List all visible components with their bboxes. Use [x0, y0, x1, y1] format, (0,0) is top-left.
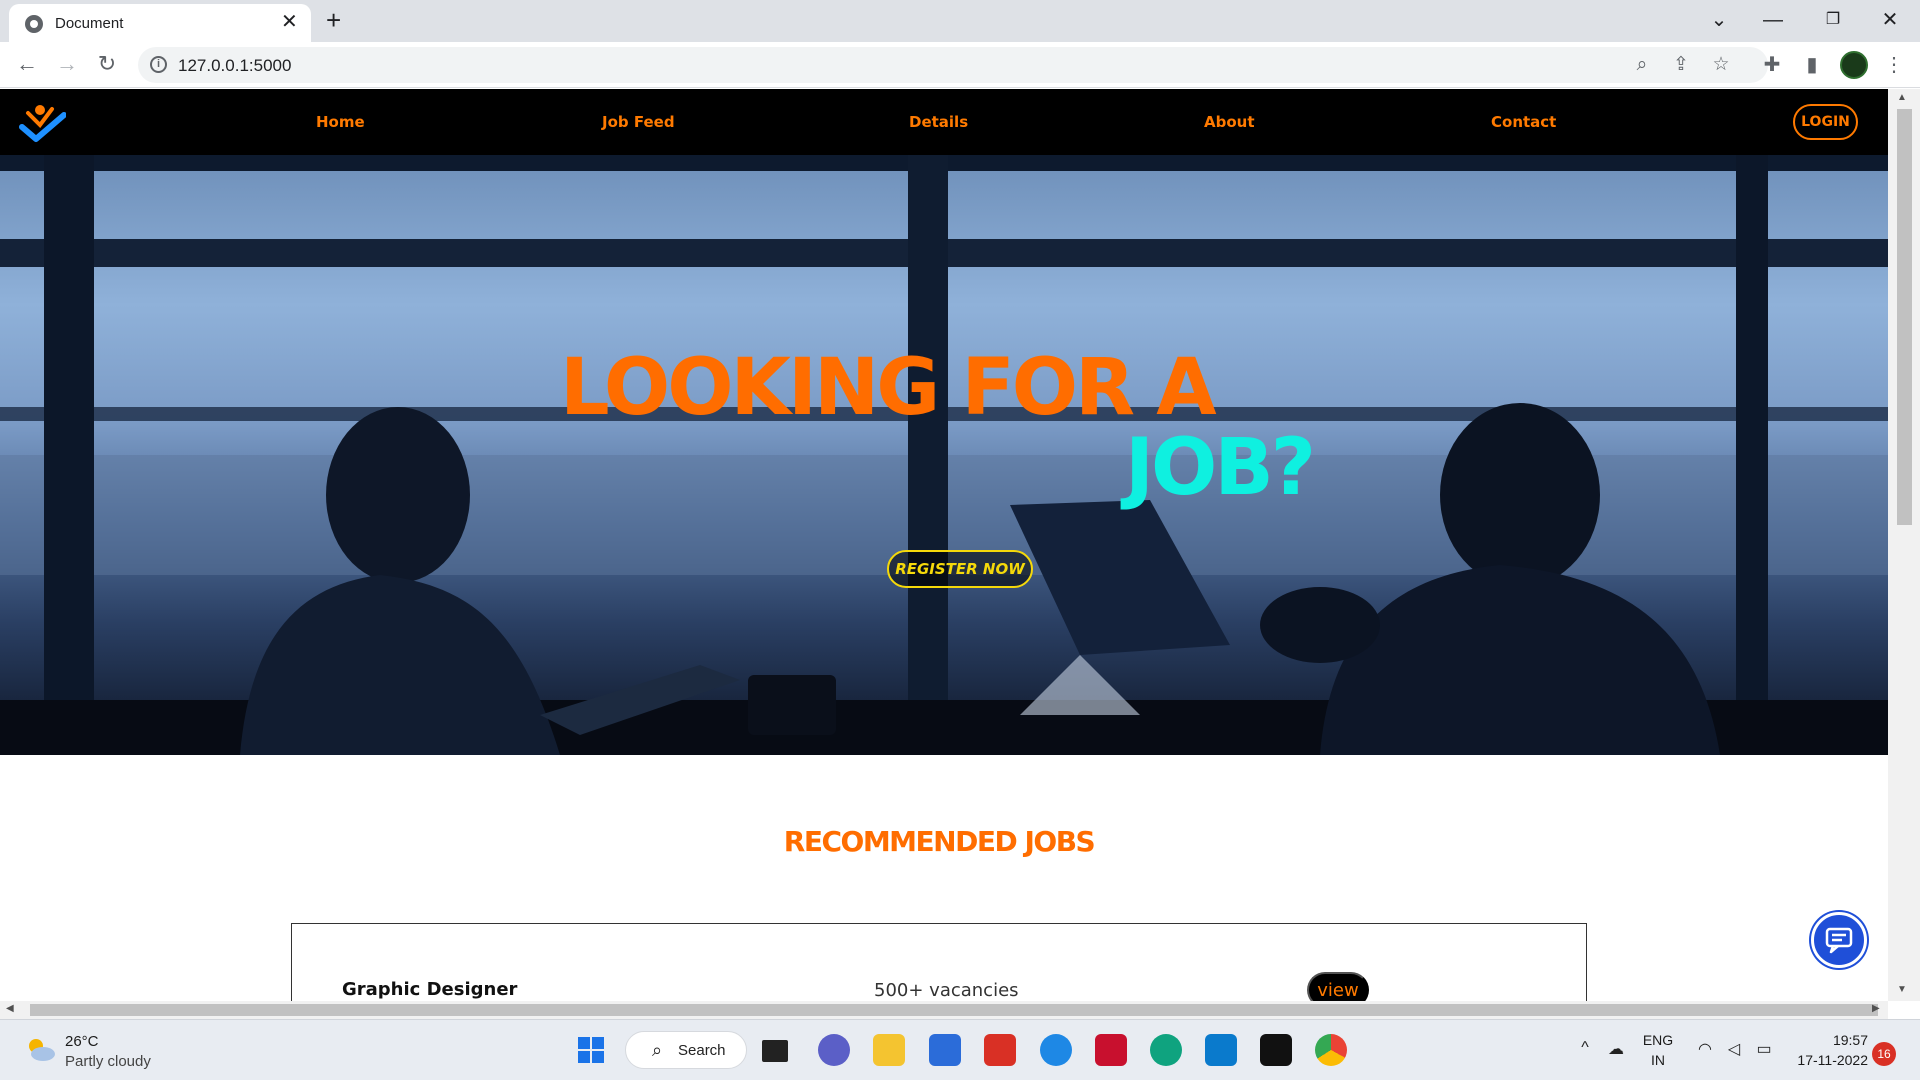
nav-contact-link[interactable]: Contact — [1491, 113, 1556, 131]
browser-tab[interactable]: Document ✕ — [9, 4, 311, 42]
wifi-icon[interactable]: ◠ — [1694, 1039, 1716, 1059]
new-tab-icon[interactable]: + — [326, 7, 341, 33]
show-hidden-icons-icon[interactable]: ^ — [1574, 1039, 1596, 1057]
windows-start-icon[interactable] — [575, 1034, 607, 1066]
chrome-icon[interactable] — [1315, 1034, 1347, 1066]
minimize-icon[interactable]: — — [1758, 6, 1788, 34]
share-icon[interactable]: ⇪ — [1668, 53, 1694, 77]
recommended-jobs-heading: RECOMMENDED JOBS — [783, 825, 1096, 858]
nav-job-feed-link[interactable]: Job Feed — [602, 113, 675, 131]
hero-heading-line2: JOB? — [1125, 423, 1316, 513]
vscode-icon[interactable] — [1205, 1034, 1237, 1066]
page-viewport: Home Job Feed Details About Contact LOGI… — [0, 89, 1888, 1001]
mcafee-icon[interactable] — [1095, 1034, 1127, 1066]
help-icon[interactable] — [1040, 1034, 1072, 1066]
office-icon[interactable] — [984, 1034, 1016, 1066]
task-view-icon[interactable] — [762, 1040, 788, 1062]
globe-icon — [25, 15, 43, 33]
close-window-icon[interactable]: ✕ — [1875, 6, 1905, 34]
microsoft-store-icon[interactable] — [929, 1034, 961, 1066]
more-menu-icon[interactable]: ⋮ — [1880, 51, 1908, 79]
hero-banner: LOOKING FOR A JOB? REGISTER NOW — [0, 155, 1888, 755]
restore-icon[interactable]: ❐ — [1818, 6, 1848, 34]
terminal-icon[interactable] — [1260, 1034, 1292, 1066]
login-button[interactable]: LOGIN — [1793, 104, 1858, 140]
register-now-button[interactable]: REGISTER NOW — [887, 550, 1033, 588]
url-text: 127.0.0.1:5000 — [178, 56, 292, 75]
scroll-right-icon[interactable]: ▶ — [1872, 1003, 1880, 1014]
bookmark-star-icon[interactable]: ☆ — [1708, 53, 1734, 77]
forward-icon[interactable]: → — [53, 50, 81, 78]
vertical-scroll-thumb[interactable] — [1897, 109, 1912, 525]
teams-chat-icon[interactable] — [818, 1034, 850, 1066]
scroll-left-icon[interactable]: ◀ — [6, 1003, 14, 1014]
job-title: Graphic Designer — [342, 979, 518, 1000]
nav-home-link[interactable]: Home — [316, 113, 365, 131]
close-tab-icon[interactable]: ✕ — [281, 12, 298, 32]
tab-title: Document — [55, 15, 124, 32]
tab-search-icon[interactable]: ⌄ — [1704, 6, 1734, 34]
language-top[interactable]: ENG — [1640, 1032, 1676, 1048]
partly-cloudy-icon[interactable] — [24, 1036, 56, 1062]
site-logo[interactable] — [18, 101, 66, 143]
clock-date[interactable]: 17-11-2022 — [1790, 1052, 1868, 1068]
clock-time[interactable]: 19:57 — [1790, 1032, 1868, 1048]
vertical-scrollbar[interactable]: ▲ ▼ — [1888, 89, 1920, 1001]
taskbar-search[interactable]: ⌕ Search — [625, 1031, 747, 1069]
browser-tab-bar: Document ✕ + ⌄ — ❐ ✕ — [0, 0, 1920, 42]
nav-about-link[interactable]: About — [1204, 113, 1255, 131]
job-vacancies: 500+ vacancies — [874, 980, 1019, 1001]
weather-temperature: 26°C — [65, 1033, 99, 1050]
view-job-button[interactable]: view — [1307, 972, 1369, 1001]
scroll-down-icon[interactable]: ▼ — [1897, 984, 1907, 995]
horizontal-scroll-thumb[interactable] — [30, 1004, 1878, 1016]
language-bottom[interactable]: IN — [1640, 1052, 1676, 1068]
hero-background-image — [0, 155, 1888, 755]
address-bar[interactable]: i 127.0.0.1:5000 ⌕ ⇪ ☆ — [138, 47, 1768, 83]
notification-badge[interactable]: 16 — [1872, 1042, 1896, 1066]
hero-heading-line1: LOOKING FOR A — [560, 343, 1217, 433]
search-icon: ⌕ — [652, 1040, 663, 1060]
horizontal-scrollbar[interactable]: ◀ ▶ — [0, 1001, 1888, 1019]
chat-button[interactable] — [1811, 912, 1867, 968]
edge-icon[interactable] — [1150, 1034, 1182, 1066]
back-icon[interactable]: ← — [13, 50, 41, 78]
volume-icon[interactable]: ◁ — [1723, 1039, 1745, 1059]
site-navbar: Home Job Feed Details About Contact LOGI… — [0, 89, 1888, 155]
extensions-icon[interactable]: ✚ — [1758, 51, 1786, 79]
battery-icon[interactable]: ▭ — [1753, 1039, 1775, 1059]
side-panel-icon[interactable]: ▮ — [1798, 51, 1826, 79]
weather-description: Partly cloudy — [65, 1053, 151, 1070]
search-label: Search — [678, 1042, 726, 1059]
file-explorer-icon[interactable] — [873, 1034, 905, 1066]
nav-details-link[interactable]: Details — [909, 113, 968, 131]
site-info-icon[interactable]: i — [150, 56, 167, 73]
onedrive-icon[interactable]: ☁ — [1605, 1039, 1627, 1059]
profile-avatar[interactable] — [1840, 51, 1868, 79]
browser-toolbar: ← → ↻ i 127.0.0.1:5000 ⌕ ⇪ ☆ ✚ ▮ ⋮ — [0, 42, 1920, 88]
scroll-up-icon[interactable]: ▲ — [1897, 92, 1907, 103]
chat-icon — [1825, 927, 1853, 954]
job-card: Graphic Designer 500+ vacancies view — [291, 923, 1587, 1001]
reload-icon[interactable]: ↻ — [93, 50, 121, 78]
zoom-icon[interactable]: ⌕ — [1629, 53, 1655, 77]
windows-taskbar: 26°C Partly cloudy ⌕ Search ^ ☁ ENG IN ◠… — [0, 1019, 1920, 1080]
